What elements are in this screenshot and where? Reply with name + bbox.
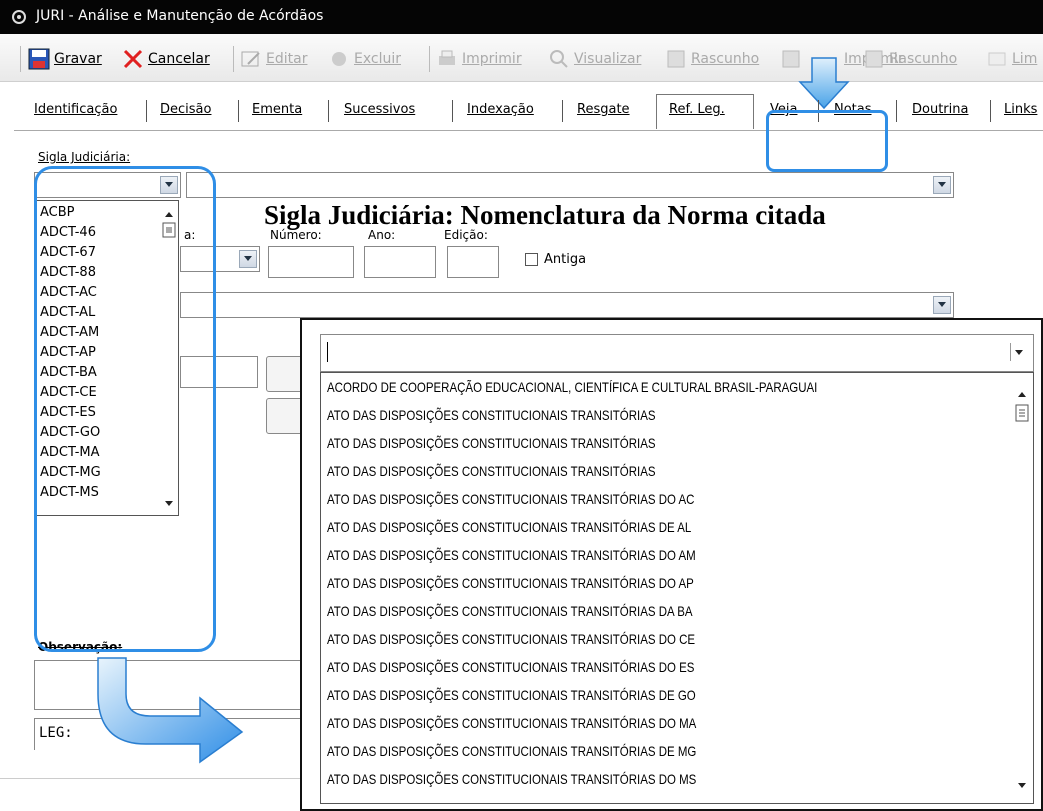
save-icon (28, 48, 50, 70)
editar-label: Editar (266, 51, 308, 67)
edit-icon (241, 51, 260, 67)
cancel-icon (123, 49, 143, 69)
rascunho-label: Rascunho (691, 51, 760, 67)
rascunho2-button[interactable]: Rascunho (863, 44, 957, 74)
chevron-down-icon[interactable] (1010, 343, 1027, 361)
list-item[interactable]: ATO DAS DISPOSIÇÕES CONSTITUCIONAIS TRAN… (327, 631, 695, 647)
visualizar-label: Visualizar (574, 51, 642, 67)
imprimir-button[interactable]: Imprimir (436, 44, 522, 74)
toolbar-separator (233, 46, 234, 72)
gravar-label: Gravar (54, 51, 102, 67)
tab-ementa[interactable]: Ementa (252, 102, 302, 117)
tab-doutrina[interactable]: Doutrina (912, 102, 968, 117)
window-title: JURI - Análise e Manutenção de Acórdãos (36, 8, 324, 24)
list-item[interactable]: ATO DAS DISPOSIÇÕES CONSTITUCIONAIS TRAN… (327, 407, 656, 423)
norma-combo[interactable] (186, 172, 954, 198)
ano-field[interactable] (364, 246, 436, 278)
list-item[interactable]: ATO DAS DISPOSIÇÕES CONSTITUCIONAIS TRAN… (327, 491, 694, 507)
list-item[interactable]: ATO DAS DISPOSIÇÕES CONSTITUCIONAIS TRAN… (327, 435, 656, 451)
editar-button[interactable]: Editar (240, 44, 307, 74)
draft-icon (667, 50, 685, 68)
excluir-button[interactable]: Excluir (328, 44, 401, 74)
list-item[interactable]: ATO DAS DISPOSIÇÕES CONSTITUCIONAIS TRAN… (327, 547, 696, 563)
list-item[interactable]: ATO DAS DISPOSIÇÕES CONSTITUCIONAIS TRAN… (327, 771, 696, 787)
numero-field[interactable] (268, 246, 354, 278)
limpar-label: Lim (1012, 51, 1038, 67)
toolbar-separator (429, 46, 430, 72)
chevron-down-icon[interactable] (933, 176, 951, 194)
edicao-field[interactable] (447, 246, 499, 278)
norma-dropdown-panel: ACORDO DE COOPERAÇÃO EDUCACIONAL, CIENTÍ… (300, 318, 1043, 811)
list-item[interactable]: ATO DAS DISPOSIÇÕES CONSTITUCIONAIS TRAN… (327, 715, 696, 731)
tab-resgate[interactable]: Resgate (577, 102, 630, 117)
printer-icon (439, 50, 455, 65)
tab-content-border (14, 130, 1043, 131)
tab-ref-leg[interactable]: Ref. Leg. (669, 102, 725, 117)
list-item[interactable]: ATO DAS DISPOSIÇÕES CONSTITUCIONAIS TRAN… (327, 603, 693, 619)
tab-indexacao[interactable]: Indexação (467, 102, 534, 117)
norma-scrollbar[interactable] (1011, 373, 1033, 803)
limpar-button[interactable]: Lim (986, 44, 1037, 74)
imprimir-label: Imprimir (462, 51, 522, 67)
delete-icon (332, 52, 346, 66)
list-item[interactable]: ATO DAS DISPOSIÇÕES CONSTITUCIONAIS TRAN… (327, 687, 696, 703)
status-line (0, 778, 300, 779)
toolbar: Gravar Cancelar Editar Excluir Imprimir … (0, 34, 1043, 82)
norma-search-combo[interactable] (320, 334, 1034, 372)
title-bar: JURI - Análise e Manutenção de Acórdãos (0, 0, 1043, 34)
antiga-checkbox[interactable] (525, 253, 538, 266)
gravar-button[interactable]: Gravar (28, 44, 102, 74)
clear-icon (988, 52, 1006, 66)
highlight-tab-frame (766, 110, 888, 172)
list-item[interactable]: ATO DAS DISPOSIÇÕES CONSTITUCIONAIS TRAN… (327, 743, 696, 759)
toolbar-grip (20, 46, 21, 72)
preview-icon (550, 50, 568, 68)
tab-decisao[interactable]: Decisão (160, 102, 211, 117)
annotation-heading: Sigla Judiciária: Nomenclatura da Norma … (264, 200, 826, 230)
list-item[interactable]: ATO DAS DISPOSIÇÕES CONSTITUCIONAIS TRAN… (327, 463, 656, 479)
sigla-label: Sigla Judiciária: (38, 150, 131, 164)
rascunho-button[interactable]: Rascunho (665, 44, 759, 74)
tab-identificacao[interactable]: Identificação (34, 102, 117, 117)
chevron-down-icon[interactable] (239, 250, 257, 268)
norma-dropdown-list[interactable]: ACORDO DE COOPERAÇÃO EDUCACIONAL, CIENTÍ… (320, 372, 1034, 804)
descricao-combo[interactable] (180, 292, 954, 318)
rascunho2-label: Rascunho (889, 51, 958, 67)
chevron-down-icon[interactable] (933, 296, 951, 314)
app-icon (12, 10, 26, 24)
highlight-sigla-frame (34, 166, 216, 652)
excluir-label: Excluir (354, 51, 401, 67)
visualizar-button[interactable]: Visualizar (548, 44, 641, 74)
cancelar-label: Cancelar (148, 51, 210, 67)
draft2-icon (865, 50, 883, 68)
antiga-label: Antiga (544, 252, 587, 267)
tab-sucessivos[interactable]: Sucessivos (344, 102, 415, 117)
cancelar-button[interactable]: Cancelar (122, 44, 210, 74)
curved-arrow-icon (97, 657, 244, 764)
text-cursor (327, 342, 328, 362)
list-item[interactable]: ATO DAS DISPOSIÇÕES CONSTITUCIONAIS TRAN… (327, 659, 694, 675)
list-item[interactable]: ATO DAS DISPOSIÇÕES CONSTITUCIONAIS TRAN… (327, 519, 691, 535)
list-item[interactable]: ATO DAS DISPOSIÇÕES CONSTITUCIONAIS TRAN… (327, 575, 694, 591)
list-item[interactable]: ACORDO DE COOPERAÇÃO EDUCACIONAL, CIENTÍ… (327, 379, 817, 395)
tab-links[interactable]: Links (1004, 102, 1037, 117)
